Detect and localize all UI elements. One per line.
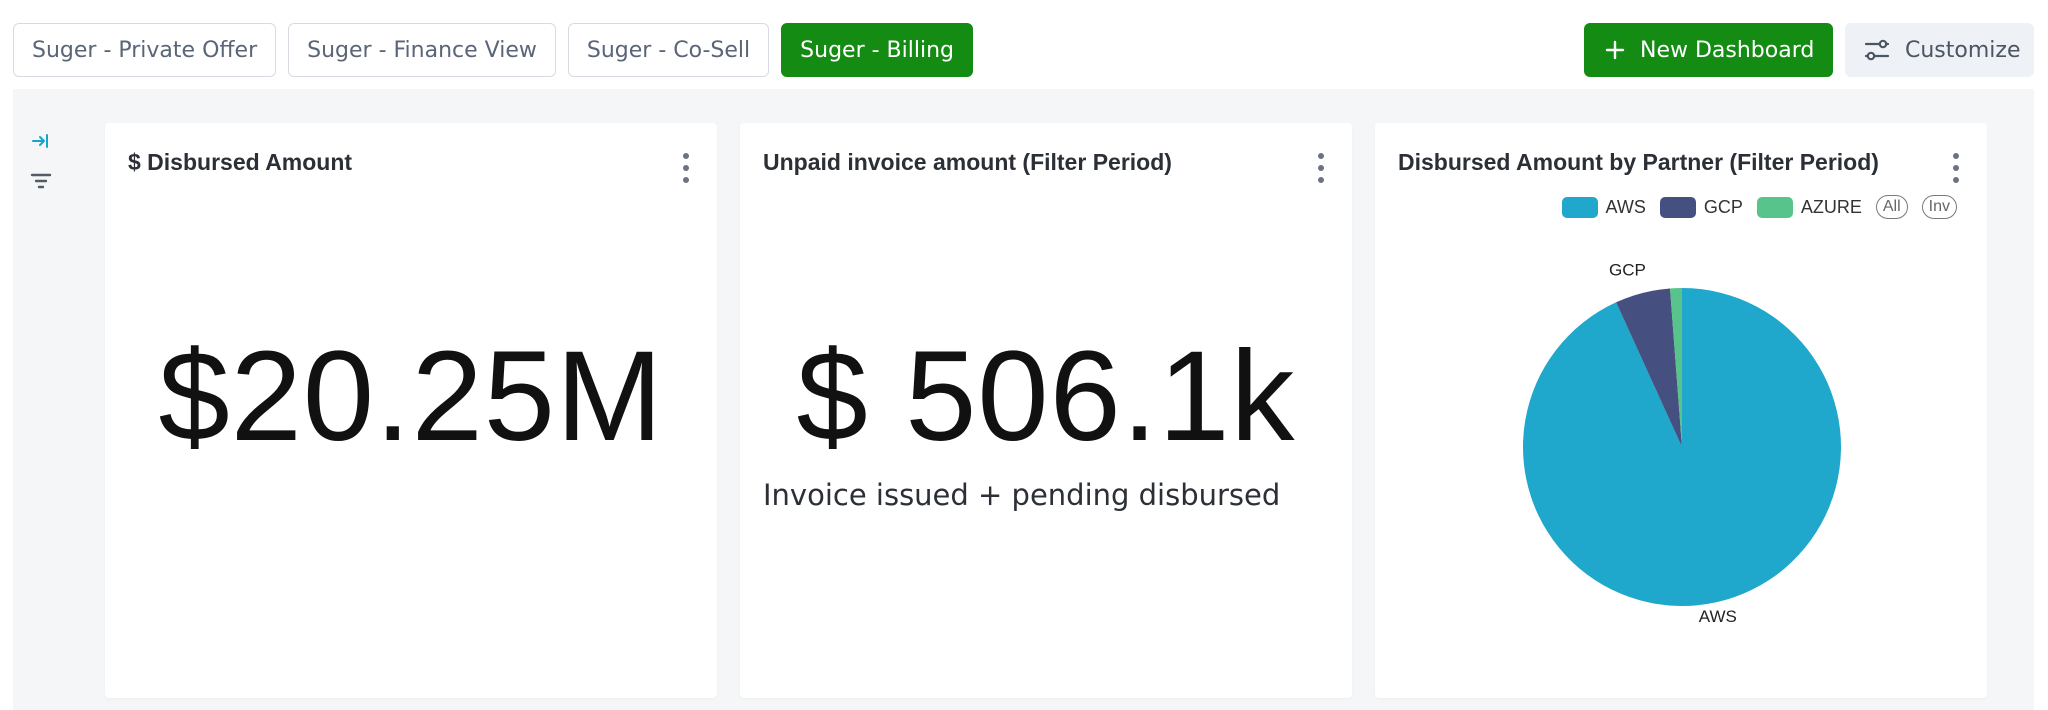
disbursed-amount-card: $ Disbursed Amount $20.25M bbox=[105, 123, 717, 698]
tab-co-sell[interactable]: Suger - Co-Sell bbox=[567, 23, 770, 77]
tab-billing[interactable]: Suger - Billing bbox=[781, 23, 973, 77]
partner-pie-chart: AWS GCP bbox=[1523, 260, 1841, 626]
unpaid-invoice-subtitle: Invoice issued + pending disbursed bbox=[763, 478, 1281, 512]
tab-private-offer[interactable]: Suger - Private Offer bbox=[13, 23, 277, 77]
plus-icon bbox=[1605, 40, 1625, 60]
card-title: Unpaid invoice amount (Filter Period) bbox=[763, 149, 1172, 175]
new-dashboard-label: New Dashboard bbox=[1640, 37, 1815, 63]
disbursed-amount-value: $20.25M bbox=[158, 325, 664, 468]
customize-button[interactable]: Customize bbox=[1845, 23, 2034, 77]
dashboard-tabs: Suger - Private Offer Suger - Finance Vi… bbox=[13, 23, 973, 77]
kebab-icon[interactable] bbox=[1316, 153, 1326, 183]
header-actions: New Dashboard Customize bbox=[1584, 23, 2034, 77]
card-title: $ Disbursed Amount bbox=[128, 149, 353, 175]
tab-finance-view[interactable]: Suger - Finance View bbox=[288, 23, 556, 77]
filter-icon[interactable] bbox=[27, 167, 55, 195]
left-rail bbox=[13, 89, 93, 710]
pie-label-gcp: GCP bbox=[1609, 260, 1646, 279]
unpaid-invoice-value: $ 506.1k bbox=[796, 325, 1296, 468]
customize-label: Customize bbox=[1905, 37, 2021, 63]
kebab-icon[interactable] bbox=[681, 153, 691, 183]
partner-pie-card: Disbursed Amount by Partner (Filter Peri… bbox=[1375, 123, 1987, 698]
expand-right-icon[interactable] bbox=[27, 127, 55, 155]
pie-label-aws: AWS bbox=[1699, 607, 1737, 626]
unpaid-invoice-card: Unpaid invoice amount (Filter Period) $ … bbox=[740, 123, 1352, 698]
dashboard-board: $ Disbursed Amount $20.25M Unpaid invoic… bbox=[13, 89, 2034, 710]
sliders-icon bbox=[1864, 39, 1890, 61]
new-dashboard-button[interactable]: New Dashboard bbox=[1584, 23, 1833, 77]
